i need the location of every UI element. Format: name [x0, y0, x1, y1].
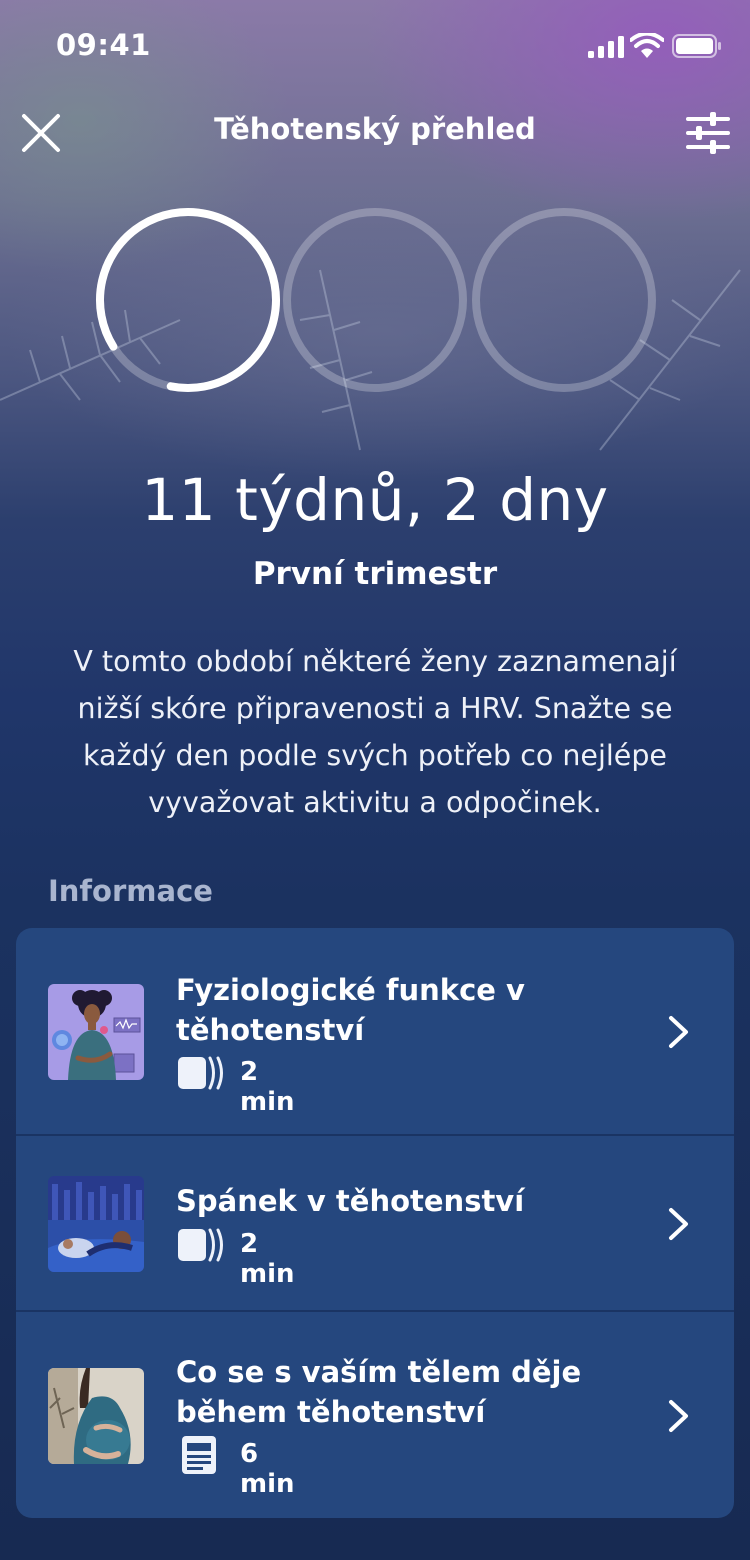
list-item[interactable]: Spánek v těhotenství 2 min [16, 1136, 734, 1310]
article-icon [182, 1436, 216, 1474]
item-title: Fyziologické funkce v těhotenství [176, 973, 525, 1047]
item-title: Spánek v těhotenství [176, 1184, 525, 1218]
settings-sliders-icon[interactable] [684, 112, 732, 154]
battery-icon [672, 34, 721, 58]
pregnancy-duration: 11 týdnů, 2 dny [141, 466, 609, 534]
page-title: Těhotenský přehled [214, 112, 536, 146]
wifi-icon [630, 33, 664, 58]
trimester-description: V tomto období některé ženy zaznamenají … [73, 645, 677, 819]
trimester-label: První trimestr [252, 556, 498, 592]
list-item[interactable]: Co se s vaším tělem děje během těhotenst… [16, 1312, 734, 1518]
information-list: Fyziologické funkce v těhotenství 2 min [16, 928, 734, 1518]
trimester-ring-1-progress [96, 208, 280, 392]
item-duration: 2 min [240, 1229, 295, 1289]
item-duration: 6 min [240, 1439, 295, 1499]
item-title: Co se s vaším tělem děje během těhotenst… [176, 1355, 582, 1429]
list-item[interactable]: Fyziologické funkce v těhotenství 2 min [16, 928, 734, 1134]
close-icon[interactable] [20, 112, 62, 154]
physiology-thumbnail [48, 984, 144, 1080]
trimester-progress-rings [96, 208, 656, 392]
audio-icon [178, 1228, 223, 1262]
chevron-right-icon[interactable] [666, 1014, 692, 1050]
sleep-thumbnail [48, 1176, 144, 1272]
section-title-information: Informace [48, 874, 213, 908]
status-bar: 09:41 [0, 0, 750, 90]
cellular-signal-icon [588, 36, 624, 58]
status-time: 09:41 [56, 28, 151, 62]
item-duration: 2 min [240, 1057, 295, 1117]
chevron-right-icon[interactable] [666, 1398, 692, 1434]
audio-icon [178, 1056, 223, 1090]
pregnant-body-thumbnail [48, 1368, 144, 1464]
trimester-ring-2 [283, 208, 467, 392]
chevron-right-icon[interactable] [666, 1206, 692, 1242]
trimester-ring-3 [472, 208, 656, 392]
